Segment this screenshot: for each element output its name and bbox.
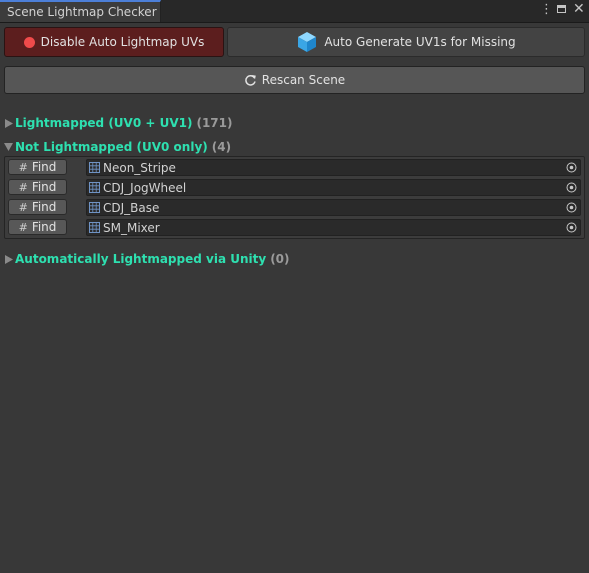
foldout-label: Not Lightmapped (UV0 only) — [15, 140, 208, 154]
mesh-icon — [89, 162, 100, 173]
maximize-icon[interactable] — [557, 5, 566, 13]
not-lightmapped-list: # Find Neon_Stripe # Find CDJ_JogWheel #… — [4, 156, 585, 239]
object-field[interactable]: Neon_Stripe — [86, 159, 581, 176]
disable-auto-lightmap-label: Disable Auto Lightmap UVs — [40, 35, 205, 49]
object-picker-icon[interactable] — [566, 202, 577, 213]
find-label: Find — [31, 220, 57, 234]
object-picker-icon[interactable] — [566, 222, 577, 233]
mesh-icon — [89, 182, 100, 193]
close-icon[interactable]: ✕ — [573, 2, 585, 16]
find-label: Find — [31, 180, 57, 194]
tab-title: Scene Lightmap Checker — [7, 5, 157, 19]
list-item: # Find SM_Mixer — [5, 218, 584, 236]
hash-icon: # — [18, 200, 28, 214]
refresh-icon — [244, 74, 257, 87]
list-item: # Find CDJ_JogWheel — [5, 178, 584, 196]
find-button[interactable]: # Find — [8, 199, 67, 215]
object-name: CDJ_JogWheel — [103, 180, 187, 195]
disable-auto-lightmap-button[interactable]: Disable Auto Lightmap UVs — [4, 27, 224, 57]
object-field[interactable]: CDJ_Base — [86, 199, 581, 216]
find-button[interactable]: # Find — [8, 219, 67, 235]
collapsed-arrow-icon — [3, 118, 14, 129]
auto-generate-uv1-label: Auto Generate UV1s for Missing — [324, 35, 516, 49]
object-picker-icon[interactable] — [566, 182, 577, 193]
kebab-menu-icon[interactable]: ⋮ — [540, 3, 553, 17]
object-field[interactable]: SM_Mixer — [86, 219, 581, 236]
object-name: CDJ_Base — [103, 200, 160, 215]
rescan-scene-label: Rescan Scene — [261, 73, 346, 87]
mesh-icon — [89, 222, 100, 233]
find-label: Find — [31, 200, 57, 214]
hash-icon: # — [18, 160, 28, 174]
foldout-lightmapped[interactable]: Lightmapped (UV0 + UV1) (171) — [3, 115, 233, 131]
find-button[interactable]: # Find — [8, 159, 67, 175]
object-name: Neon_Stripe — [103, 160, 176, 175]
foldout-not-lightmapped[interactable]: Not Lightmapped (UV0 only) (4) — [3, 139, 231, 155]
find-label: Find — [31, 160, 57, 174]
foldout-label: Lightmapped (UV0 + UV1) — [15, 116, 193, 130]
cube-icon — [296, 31, 318, 53]
foldout-count: (0) — [270, 252, 290, 266]
auto-generate-uv1-button[interactable]: Auto Generate UV1s for Missing — [227, 27, 585, 57]
list-item: # Find CDJ_Base — [5, 198, 584, 216]
collapsed-arrow-icon — [3, 254, 14, 265]
object-picker-icon[interactable] — [566, 162, 577, 173]
tab-bar: Scene Lightmap Checker ⋮ ✕ — [0, 0, 589, 23]
foldout-auto-lightmapped[interactable]: Automatically Lightmapped via Unity (0) — [3, 251, 290, 267]
red-dot-icon — [23, 36, 35, 48]
foldout-label: Automatically Lightmapped via Unity — [15, 252, 267, 266]
object-name: SM_Mixer — [103, 220, 160, 235]
hash-icon: # — [18, 220, 28, 234]
tab-scene-lightmap-checker[interactable]: Scene Lightmap Checker — [0, 0, 161, 22]
mesh-icon — [89, 202, 100, 213]
object-field[interactable]: CDJ_JogWheel — [86, 179, 581, 196]
list-item: # Find Neon_Stripe — [5, 158, 584, 176]
foldout-count: (171) — [196, 116, 233, 130]
hash-icon: # — [18, 180, 28, 194]
rescan-scene-button[interactable]: Rescan Scene — [4, 66, 585, 94]
foldout-count: (4) — [211, 140, 232, 154]
expanded-arrow-icon — [3, 142, 14, 153]
find-button[interactable]: # Find — [8, 179, 67, 195]
